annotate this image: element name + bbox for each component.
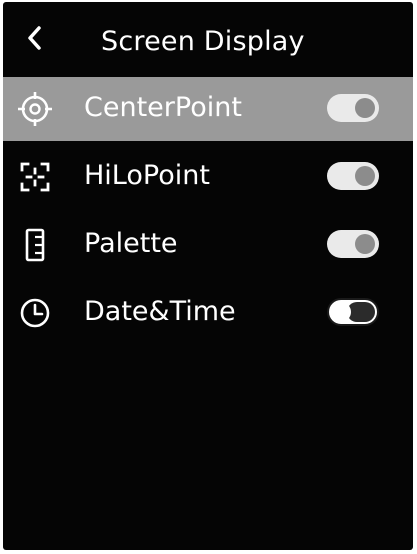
clock-icon <box>20 298 50 328</box>
palette-toggle[interactable] <box>327 230 379 258</box>
crosshair-icon <box>18 92 52 126</box>
setting-row-hilopoint[interactable]: HiLoPoint <box>3 145 413 209</box>
toggle-knob <box>331 302 351 322</box>
setting-label: Date&Time <box>84 296 236 327</box>
setting-row-palette[interactable]: Palette <box>3 213 413 277</box>
settings-list: CenterPoint HiLoPoint Palette Date&Time <box>3 77 413 349</box>
back-button[interactable] <box>15 18 55 58</box>
toggle-knob <box>355 166 375 186</box>
device-screen: Screen Display CenterPoint HiLoPoint Pal… <box>3 2 413 550</box>
centerpoint-toggle[interactable] <box>327 94 379 122</box>
focus-brackets-icon <box>20 162 50 192</box>
header: Screen Display <box>3 2 413 76</box>
setting-label: HiLoPoint <box>84 160 210 191</box>
setting-label: Palette <box>84 228 178 259</box>
setting-row-datetime[interactable]: Date&Time <box>3 281 413 345</box>
chevron-left-icon <box>28 26 41 50</box>
toggle-knob <box>355 234 375 254</box>
palette-bar-icon <box>25 228 45 262</box>
page-title: Screen Display <box>101 26 305 57</box>
toggle-track <box>347 302 375 322</box>
hilopoint-toggle[interactable] <box>327 162 379 190</box>
toggle-knob <box>355 98 375 118</box>
datetime-toggle[interactable] <box>327 298 379 326</box>
setting-row-centerpoint[interactable]: CenterPoint <box>3 77 413 141</box>
setting-label: CenterPoint <box>84 92 242 123</box>
